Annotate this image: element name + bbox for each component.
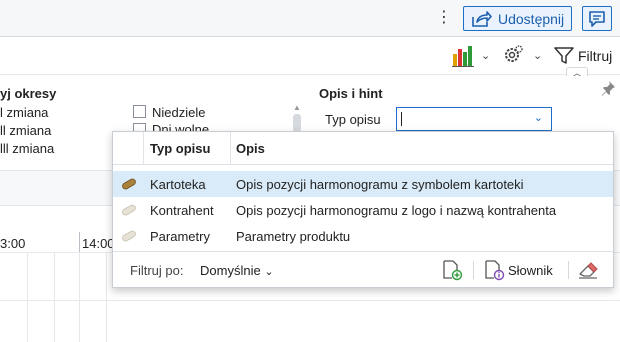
filter-by-value: Domyślnie: [200, 263, 261, 278]
pill-icon: [122, 230, 136, 242]
row-description: Parametry produktu: [236, 229, 351, 244]
sundays-label: Niedziele: [152, 105, 206, 120]
grid-line: [106, 252, 107, 342]
chat-button[interactable]: [582, 6, 612, 31]
dropdown-header: Typ opisu Opis: [113, 132, 613, 165]
column-header-description[interactable]: Opis: [236, 141, 265, 156]
eraser-icon: [579, 262, 598, 279]
periods-section-title: yj okresy: [0, 86, 57, 101]
dropdown-row[interactable]: Parametry Parametry produktu: [113, 223, 613, 249]
clear-button[interactable]: [577, 258, 599, 282]
shift-option-3[interactable]: lll zmiana: [0, 141, 54, 156]
add-entry-button[interactable]: [441, 258, 463, 282]
filter-by-label: Filtruj po:: [130, 263, 184, 278]
hour-label: 14:00: [82, 236, 115, 251]
footer-separator: [568, 261, 569, 279]
share-button[interactable]: Udostępnij: [463, 6, 572, 31]
chevron-down-icon: ⌄: [264, 266, 274, 278]
filter-label: Filtruj: [578, 48, 613, 64]
sundays-checkbox[interactable]: [133, 105, 146, 118]
pill-icon: [122, 204, 136, 216]
row-type: Kartoteka: [150, 177, 206, 192]
column-separator: [230, 132, 231, 165]
gear-icon[interactable]: [502, 44, 524, 66]
row-description: Opis pozycji harmonogramu z symbolem kar…: [236, 177, 524, 192]
dictionary-label: Słownik: [508, 262, 553, 278]
pill-icon: [122, 178, 136, 190]
row-type: Kontrahent: [150, 203, 214, 218]
pin-icon[interactable]: [600, 80, 616, 96]
dictionary-button[interactable]: Słownik: [483, 258, 553, 282]
dropdown-footer: Filtruj po: Domyślnie ⌄ Słownik: [113, 251, 613, 287]
description-type-dropdown: Typ opisu Opis Kartoteka Opis pozycji ha…: [112, 131, 614, 288]
grid-row-line: [0, 300, 620, 301]
top-toolbar: ⋮ Udostępnij: [0, 0, 620, 37]
share-label: Udostępnij: [498, 10, 565, 27]
grid-line: [54, 252, 55, 342]
dictionary-icon: [485, 260, 505, 281]
funnel-icon: [554, 47, 574, 64]
grid-line: [27, 252, 28, 342]
bar-chart-icon[interactable]: [452, 44, 474, 68]
scroll-up-icon[interactable]: ▲: [292, 104, 302, 112]
shift-option-2[interactable]: ll zmiana: [0, 123, 51, 138]
grid-line: [79, 252, 80, 342]
row-description: Opis pozycji harmonogramu z logo i nazwą…: [236, 203, 557, 218]
footer-separator: [473, 261, 474, 279]
description-type-label: Typ opisu: [325, 112, 381, 127]
hour-label: 3:00: [0, 236, 26, 251]
shift-option-1[interactable]: l zmiana: [0, 105, 48, 120]
filter-by-select[interactable]: Domyślnie ⌄: [200, 263, 274, 278]
column-separator: [143, 132, 144, 165]
row-type: Parametry: [150, 229, 210, 244]
column-header-type[interactable]: Typ opisu: [150, 141, 210, 156]
settings-chevron-down-icon[interactable]: ⌄: [533, 49, 542, 62]
description-type-combobox[interactable]: ⌄: [396, 107, 552, 131]
dropdown-row[interactable]: Kartoteka Opis pozycji harmonogramu z sy…: [113, 171, 613, 197]
share-icon: [470, 7, 494, 30]
more-options-icon[interactable]: ⋮: [436, 9, 452, 27]
scroll-thumb[interactable]: [293, 114, 301, 132]
filter-button[interactable]: Filtruj: [554, 45, 612, 67]
hour-tick: [79, 232, 80, 252]
dropdown-row[interactable]: Kontrahent Opis pozycji harmonogramu z l…: [113, 197, 613, 223]
chart-chevron-down-icon[interactable]: ⌄: [481, 49, 490, 62]
text-caret: [401, 112, 402, 126]
description-section-title: Opis i hint: [319, 86, 383, 101]
add-document-icon: [443, 260, 463, 281]
combobox-chevron-down-icon[interactable]: ⌄: [534, 111, 543, 124]
chat-icon: [589, 10, 605, 27]
view-toolbar: ⌄ ⌄ Filtruj: [0, 37, 620, 75]
